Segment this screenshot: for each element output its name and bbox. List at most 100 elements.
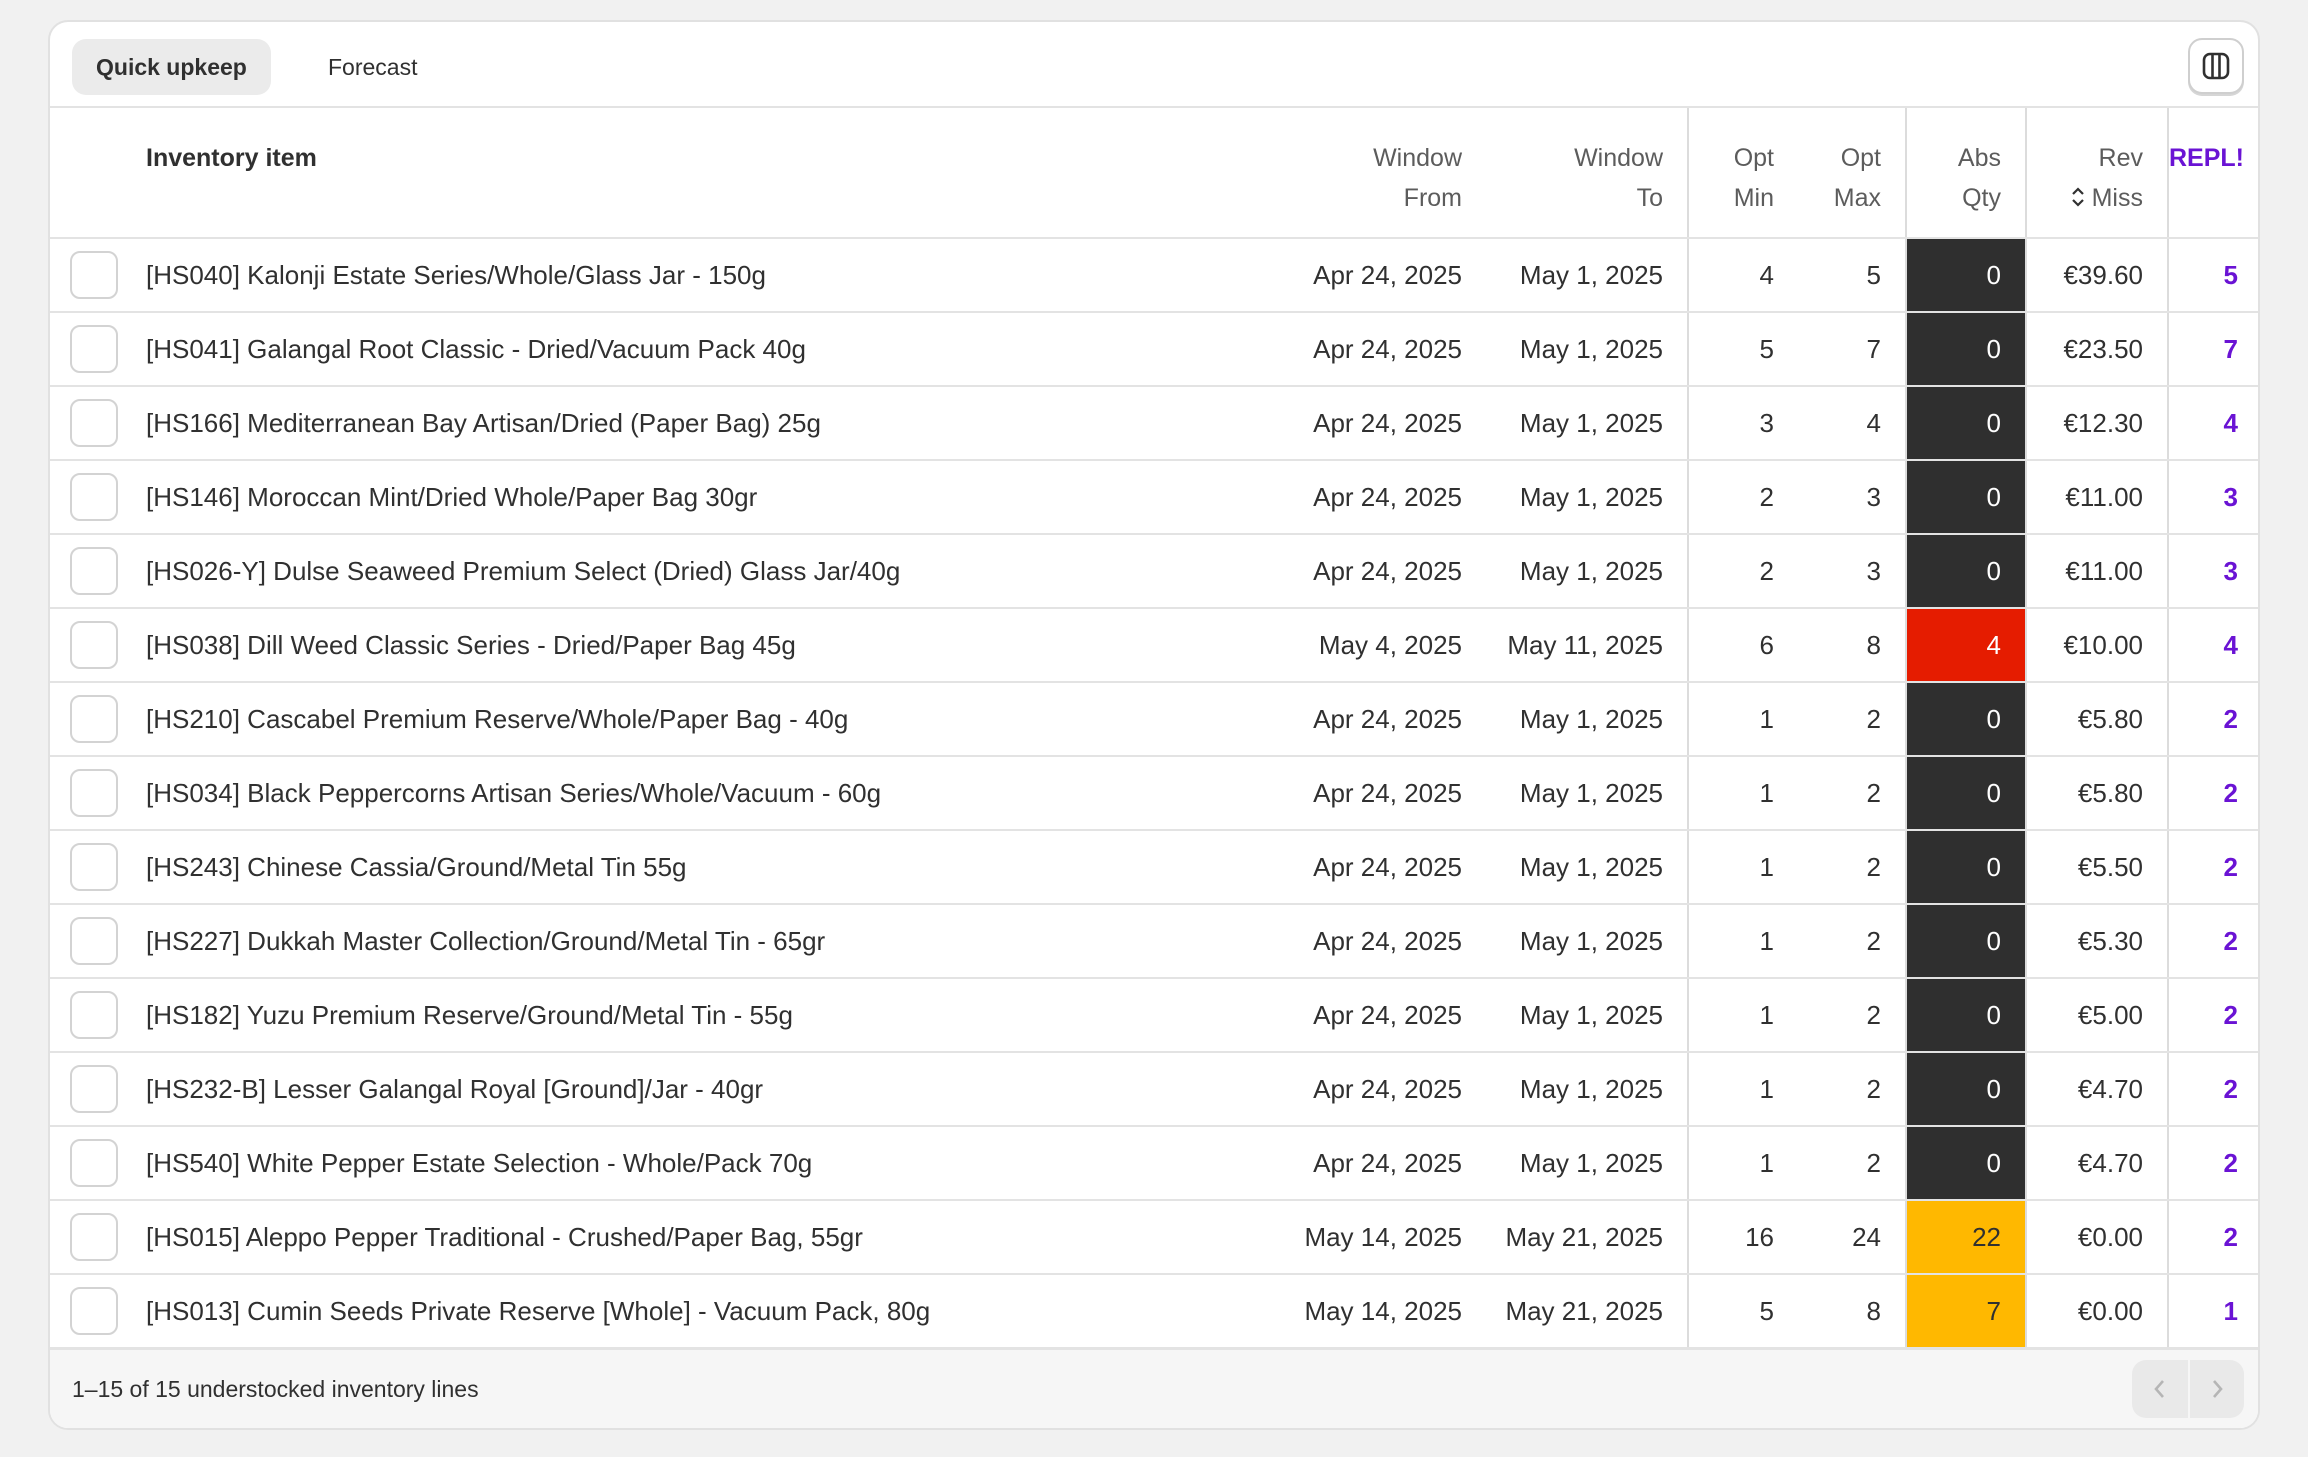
header-rev-miss-line2: Miss <box>2091 184 2143 212</box>
table-row[interactable]: [HS146] Moroccan Mint/Dried Whole/Paper … <box>50 460 2258 535</box>
abs-qty-cell: 0 <box>1905 830 2026 905</box>
table-row[interactable]: [HS182] Yuzu Premium Reserve/Ground/Meta… <box>50 978 2258 1053</box>
repl-cell[interactable]: 2 <box>2167 1052 2258 1127</box>
row-select-cell <box>50 978 146 1053</box>
row-checkbox[interactable] <box>70 1287 118 1335</box>
inventory-item-name[interactable]: [HS210] Cascabel Premium Reserve/Whole/P… <box>146 682 1296 757</box>
table-row[interactable]: [HS041] Galangal Root Classic - Dried/Va… <box>50 312 2258 387</box>
window-from-cell: Apr 24, 2025 <box>1296 386 1486 461</box>
columns-toggle-button[interactable] <box>2188 38 2244 94</box>
table-row[interactable]: [HS026-Y] Dulse Seaweed Premium Select (… <box>50 534 2258 609</box>
row-checkbox[interactable] <box>70 917 118 965</box>
row-checkbox[interactable] <box>70 1213 118 1261</box>
repl-cell[interactable]: 4 <box>2167 608 2258 683</box>
inventory-item-name[interactable]: [HS232-B] Lesser Galangal Royal [Ground]… <box>146 1052 1296 1127</box>
inventory-item-name[interactable]: [HS182] Yuzu Premium Reserve/Ground/Meta… <box>146 978 1296 1053</box>
inventory-item-name[interactable]: [HS166] Mediterranean Bay Artisan/Dried … <box>146 386 1296 461</box>
inventory-item-name[interactable]: [HS243] Chinese Cassia/Ground/Metal Tin … <box>146 830 1296 905</box>
header-repl[interactable]: REPL! <box>2167 108 2258 239</box>
previous-page-button[interactable] <box>2132 1360 2188 1418</box>
row-checkbox[interactable] <box>70 843 118 891</box>
inventory-item-name[interactable]: [HS041] Galangal Root Classic - Dried/Va… <box>146 312 1296 387</box>
repl-cell[interactable]: 4 <box>2167 386 2258 461</box>
pagination-controls <box>2132 1360 2244 1418</box>
header-opt-max-line2: Max <box>1833 184 1881 212</box>
window-from-cell: Apr 24, 2025 <box>1296 1126 1486 1201</box>
repl-cell[interactable]: 2 <box>2167 1200 2258 1275</box>
row-checkbox[interactable] <box>70 991 118 1039</box>
repl-cell[interactable]: 2 <box>2167 756 2258 831</box>
inventory-item-name[interactable]: [HS015] Aleppo Pepper Traditional - Crus… <box>146 1200 1296 1275</box>
row-checkbox[interactable] <box>70 695 118 743</box>
repl-cell[interactable]: 2 <box>2167 1126 2258 1201</box>
repl-cell[interactable]: 3 <box>2167 460 2258 535</box>
window-from-cell: Apr 24, 2025 <box>1296 312 1486 387</box>
inventory-item-name[interactable]: [HS040] Kalonji Estate Series/Whole/Glas… <box>146 238 1296 313</box>
row-checkbox[interactable] <box>70 399 118 447</box>
abs-qty-cell: 0 <box>1905 312 2026 387</box>
table-row[interactable]: [HS034] Black Peppercorns Artisan Series… <box>50 756 2258 831</box>
repl-cell[interactable]: 7 <box>2167 312 2258 387</box>
abs-qty-cell: 0 <box>1905 1052 2026 1127</box>
window-to-cell: May 1, 2025 <box>1486 682 1688 757</box>
chevron-right-icon <box>2213 1380 2223 1398</box>
window-to-cell: May 1, 2025 <box>1486 534 1688 609</box>
window-to-cell: May 21, 2025 <box>1486 1200 1688 1275</box>
row-checkbox[interactable] <box>70 547 118 595</box>
header-inventory-item[interactable]: Inventory item <box>146 108 1296 239</box>
header-abs-qty[interactable]: Abs Qty <box>1905 108 2026 239</box>
inventory-item-name[interactable]: [HS038] Dill Weed Classic Series - Dried… <box>146 608 1296 683</box>
tab-forecast[interactable]: Forecast <box>304 39 441 95</box>
row-checkbox[interactable] <box>70 473 118 521</box>
window-to-cell: May 1, 2025 <box>1486 830 1688 905</box>
table-row[interactable]: [HS227] Dukkah Master Collection/Ground/… <box>50 904 2258 979</box>
inventory-item-name[interactable]: [HS540] White Pepper Estate Selection - … <box>146 1126 1296 1201</box>
window-to-cell: May 1, 2025 <box>1486 460 1688 535</box>
row-checkbox[interactable] <box>70 769 118 817</box>
inventory-item-name[interactable]: [HS013] Cumin Seeds Private Reserve [Who… <box>146 1274 1296 1349</box>
header-opt-max[interactable]: Opt Max <box>1798 108 1906 239</box>
header-rev-miss-line1: Rev <box>2098 144 2143 172</box>
header-window-from-line2: From <box>1403 184 1462 212</box>
row-checkbox[interactable] <box>70 1065 118 1113</box>
repl-cell[interactable]: 5 <box>2167 238 2258 313</box>
row-select-cell <box>50 534 146 609</box>
opt-min-cell: 2 <box>1687 460 1798 535</box>
rev-miss-cell: €5.00 <box>2025 978 2168 1053</box>
repl-cell[interactable]: 2 <box>2167 978 2258 1053</box>
next-page-button[interactable] <box>2188 1360 2244 1418</box>
tab-quick-upkeep[interactable]: Quick upkeep <box>72 39 271 95</box>
table-row[interactable]: [HS040] Kalonji Estate Series/Whole/Glas… <box>50 238 2258 313</box>
chevron-left-icon <box>2154 1380 2164 1398</box>
repl-cell[interactable]: 2 <box>2167 904 2258 979</box>
inventory-item-name[interactable]: [HS034] Black Peppercorns Artisan Series… <box>146 756 1296 831</box>
row-checkbox[interactable] <box>70 251 118 299</box>
inventory-item-name[interactable]: [HS146] Moroccan Mint/Dried Whole/Paper … <box>146 460 1296 535</box>
inventory-item-name[interactable]: [HS227] Dukkah Master Collection/Ground/… <box>146 904 1296 979</box>
table-row[interactable]: [HS013] Cumin Seeds Private Reserve [Who… <box>50 1274 2258 1349</box>
row-checkbox[interactable] <box>70 325 118 373</box>
table-row[interactable]: [HS038] Dill Weed Classic Series - Dried… <box>50 608 2258 683</box>
repl-cell[interactable]: 3 <box>2167 534 2258 609</box>
row-checkbox[interactable] <box>70 621 118 669</box>
table-row[interactable]: [HS015] Aleppo Pepper Traditional - Crus… <box>50 1200 2258 1275</box>
repl-cell[interactable]: 2 <box>2167 830 2258 905</box>
table-row[interactable]: [HS210] Cascabel Premium Reserve/Whole/P… <box>50 682 2258 757</box>
table-row[interactable]: [HS243] Chinese Cassia/Ground/Metal Tin … <box>50 830 2258 905</box>
rev-miss-cell: €4.70 <box>2025 1052 2168 1127</box>
table-row[interactable]: [HS166] Mediterranean Bay Artisan/Dried … <box>50 386 2258 461</box>
inventory-item-name[interactable]: [HS026-Y] Dulse Seaweed Premium Select (… <box>146 534 1296 609</box>
window-from-cell: Apr 24, 2025 <box>1296 460 1486 535</box>
header-window-from[interactable]: Window From <box>1296 108 1486 239</box>
opt-max-cell: 2 <box>1798 1126 1906 1201</box>
row-checkbox[interactable] <box>70 1139 118 1187</box>
header-rev-miss[interactable]: Rev Miss <box>2025 108 2168 239</box>
header-window-to[interactable]: Window To <box>1486 108 1688 239</box>
table-row[interactable]: [HS232-B] Lesser Galangal Royal [Ground]… <box>50 1052 2258 1127</box>
repl-cell[interactable]: 1 <box>2167 1274 2258 1349</box>
abs-qty-cell: 4 <box>1905 608 2026 683</box>
repl-cell[interactable]: 2 <box>2167 682 2258 757</box>
table-row[interactable]: [HS540] White Pepper Estate Selection - … <box>50 1126 2258 1201</box>
header-opt-min[interactable]: Opt Min <box>1687 108 1798 239</box>
opt-max-cell: 2 <box>1798 904 1906 979</box>
